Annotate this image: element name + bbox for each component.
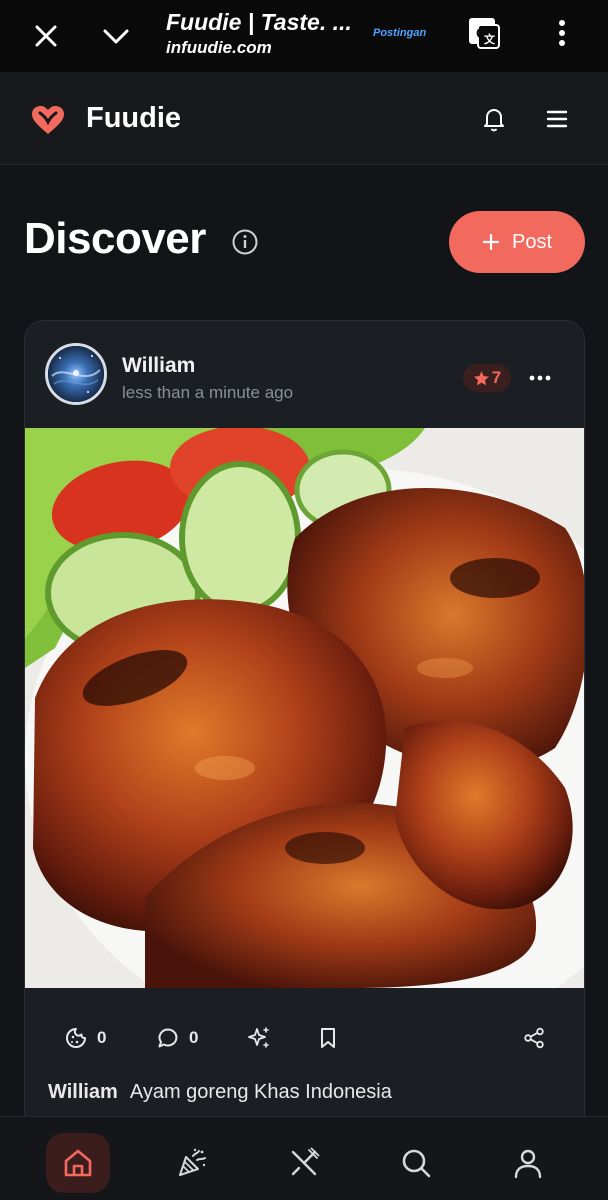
- nav-home[interactable]: [46, 1133, 110, 1193]
- post-author[interactable]: William: [122, 354, 195, 378]
- comment-icon: [157, 1027, 179, 1049]
- share-button[interactable]: [523, 1011, 545, 1065]
- svg-text:文: 文: [484, 32, 496, 46]
- bookmark-icon: [318, 1027, 338, 1049]
- sparkle-icon: [247, 1026, 271, 1050]
- plus-icon: [482, 233, 500, 251]
- avatar[interactable]: [45, 343, 107, 405]
- close-icon[interactable]: [30, 20, 62, 52]
- bookmark-button[interactable]: [318, 1011, 338, 1065]
- bell-icon[interactable]: [480, 105, 508, 133]
- like-button[interactable]: 0: [65, 1011, 106, 1065]
- post-actions: 0 0: [25, 1011, 584, 1065]
- caption-text: Ayam goreng Khas Indonesia: [129, 1081, 392, 1103]
- comment-count: 0: [189, 1028, 199, 1047]
- rating-badge[interactable]: 7: [463, 364, 511, 392]
- nav-search[interactable]: [384, 1133, 448, 1193]
- comment-button[interactable]: 0: [157, 1011, 198, 1065]
- browser-page-title: Fuudie | Taste. ...: [166, 9, 352, 35]
- translate-icon[interactable]: G文: [467, 16, 501, 50]
- party-popper-icon: [175, 1146, 209, 1180]
- home-icon: [61, 1146, 95, 1180]
- star-icon: [473, 370, 490, 387]
- cookie-icon: [65, 1027, 87, 1049]
- sparkle-button[interactable]: [247, 1011, 271, 1065]
- nav-profile[interactable]: [496, 1133, 560, 1193]
- caption-author[interactable]: William: [48, 1081, 118, 1103]
- fuudie-logo[interactable]: [30, 105, 66, 135]
- menu-icon[interactable]: [543, 107, 571, 131]
- like-count: 0: [97, 1028, 107, 1047]
- post-button-label: Post: [511, 230, 553, 253]
- info-icon[interactable]: [231, 228, 259, 256]
- share-icon: [523, 1027, 545, 1049]
- bottom-nav: [0, 1116, 608, 1200]
- page-title: Discover: [24, 214, 206, 263]
- more-horizontal-icon[interactable]: [527, 367, 553, 389]
- post-button[interactable]: Post: [449, 211, 585, 273]
- brand-name: Fuudie: [86, 102, 182, 134]
- browser-url[interactable]: infuudie.com: [166, 38, 272, 58]
- browser-bar: Fuudie | Taste. ... infuudie.com Posting…: [0, 0, 608, 72]
- post-timestamp: less than a minute ago: [122, 383, 294, 402]
- profile-icon: [511, 1146, 545, 1180]
- more-vertical-icon[interactable]: [548, 18, 576, 48]
- rating-value: 7: [491, 368, 502, 387]
- search-icon: [399, 1146, 433, 1180]
- nav-dining[interactable]: [272, 1133, 336, 1193]
- browser-badge: Postingan: [373, 27, 427, 39]
- nav-celebrate[interactable]: [160, 1133, 224, 1193]
- chevron-down-icon[interactable]: [100, 20, 132, 52]
- post-caption: William Ayam goreng Khas Indonesia: [48, 1081, 392, 1104]
- post-card: William less than a minute ago 7 0 0 Wil…: [24, 320, 585, 1140]
- fork-knife-icon: [287, 1146, 321, 1180]
- post-image[interactable]: [25, 428, 584, 988]
- app-header: Fuudie: [0, 72, 608, 165]
